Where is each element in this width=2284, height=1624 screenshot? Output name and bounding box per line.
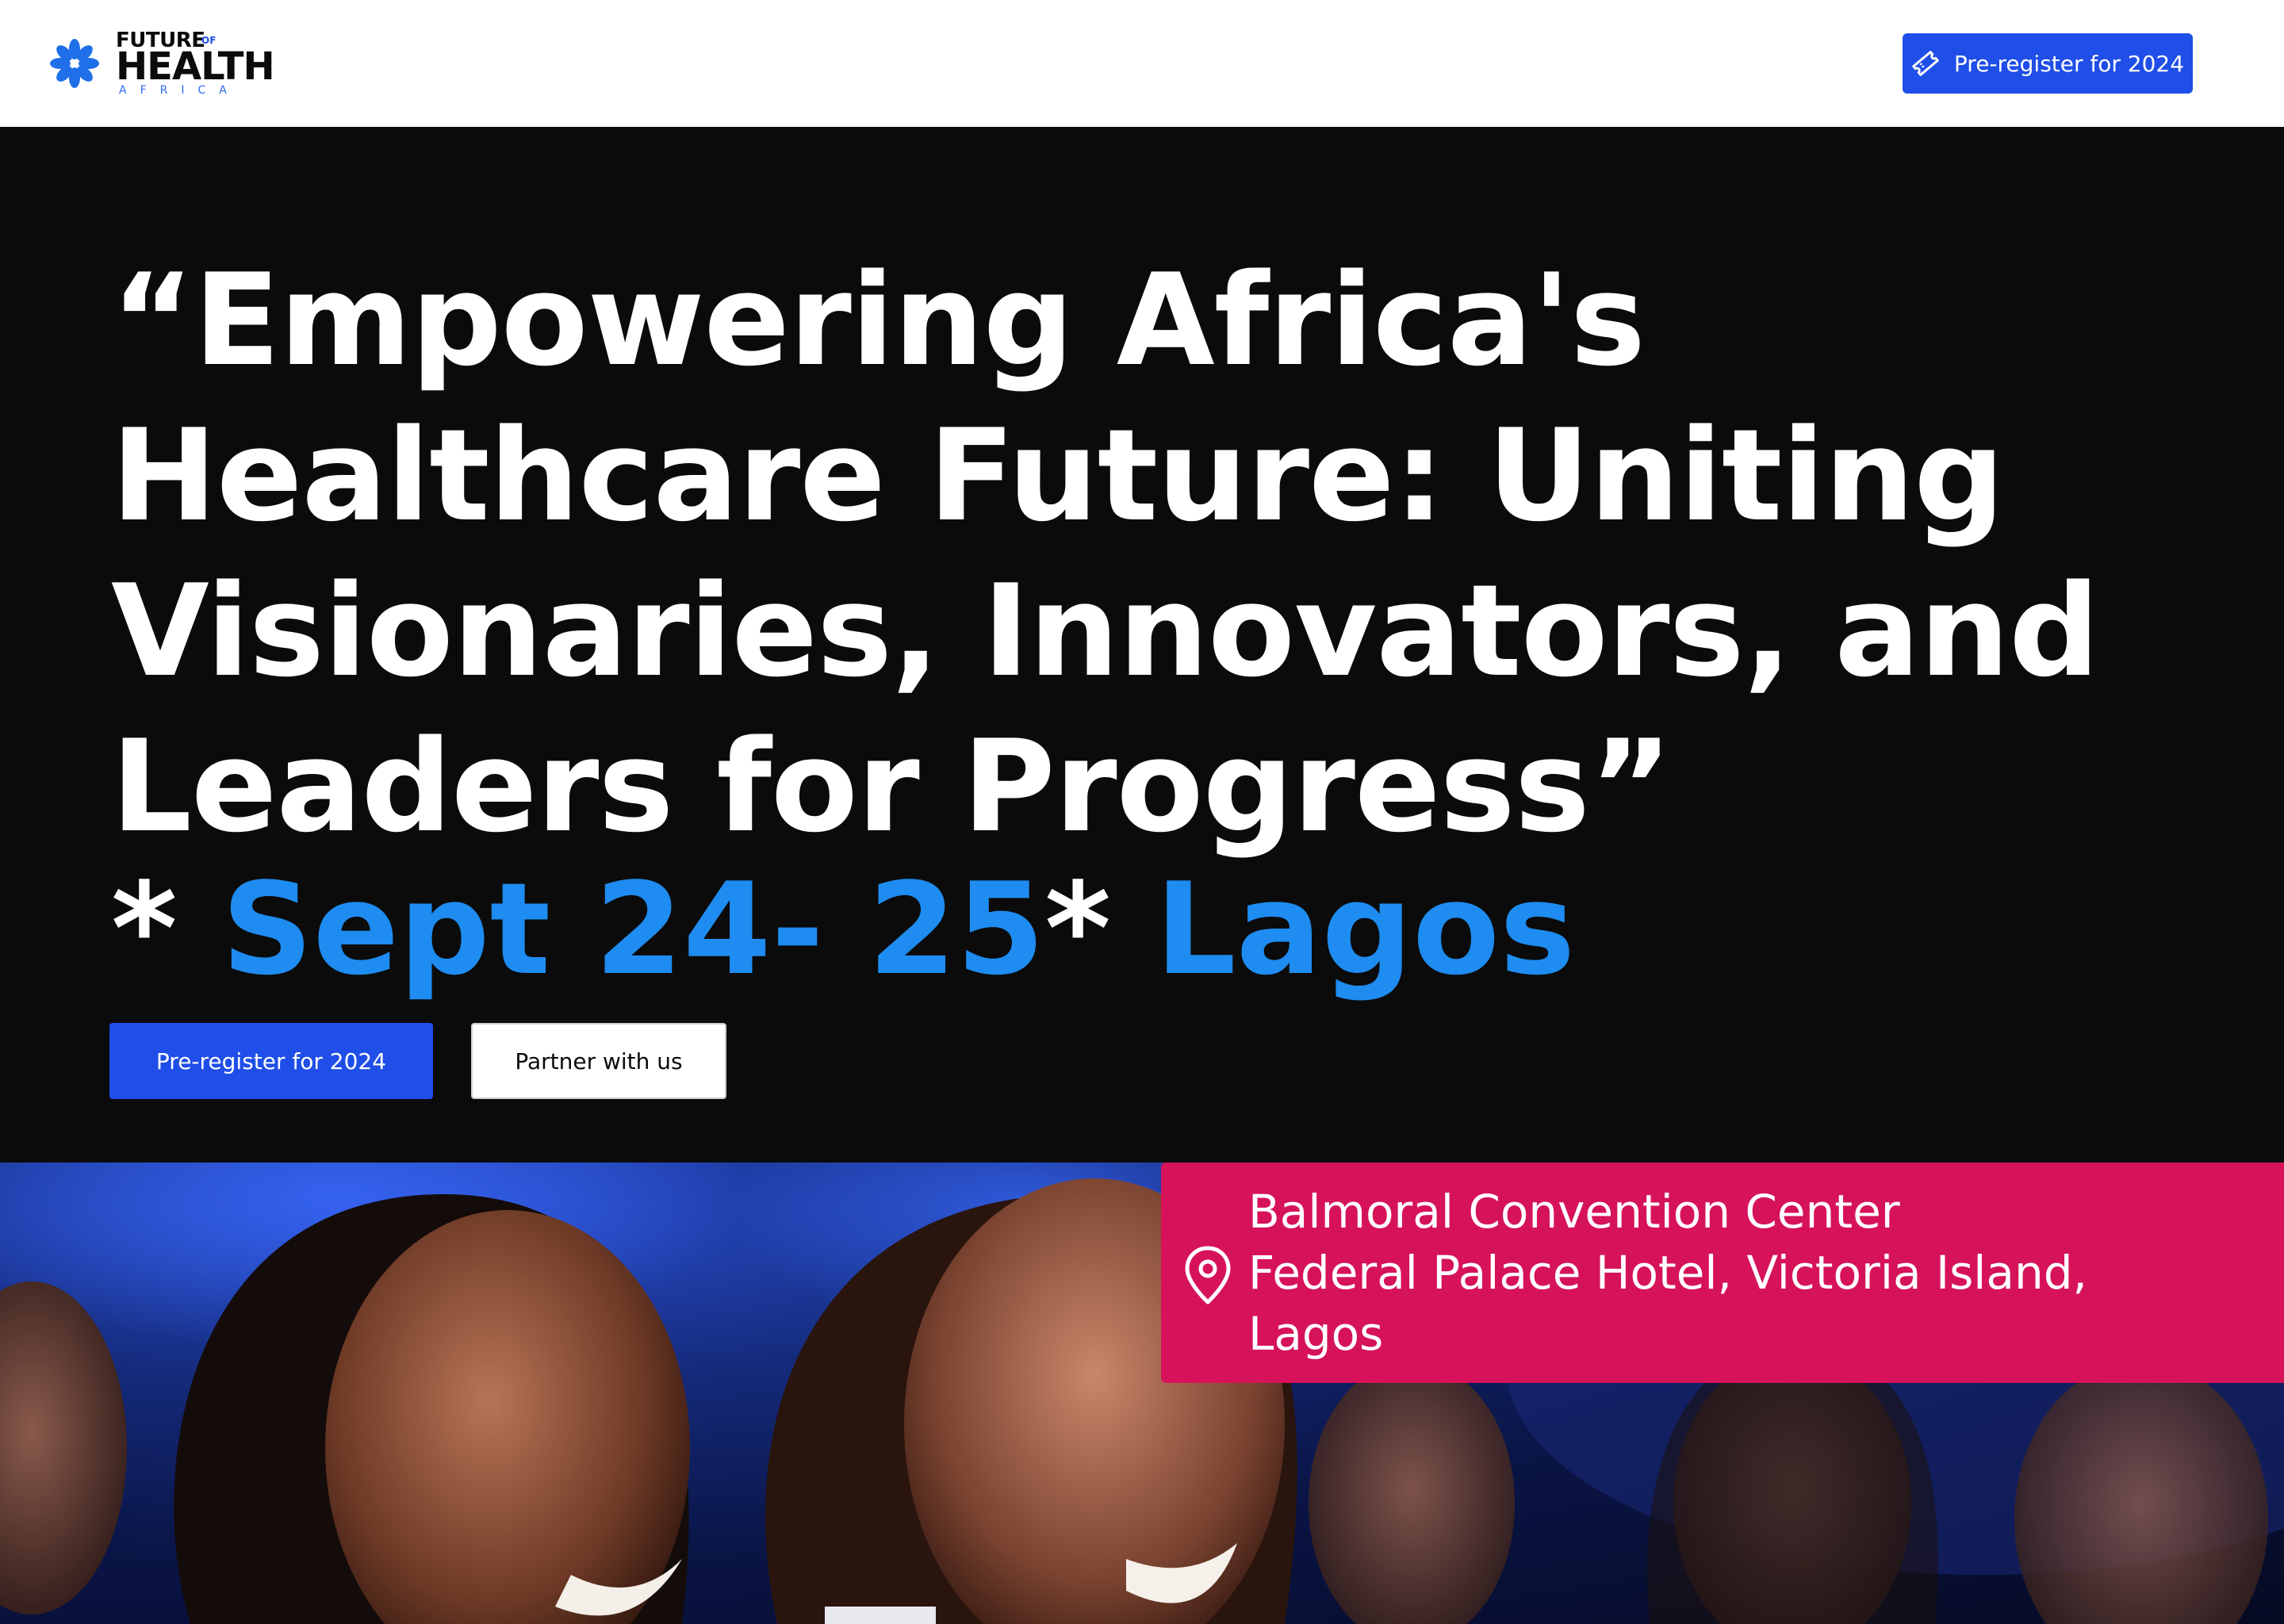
date-prefix: * <box>111 855 222 1003</box>
header-pre-register-label: Pre-register for 2024 <box>1953 50 2185 77</box>
venue-line-2: Federal Palace Hotel, Victoria Island, <box>1248 1246 2087 1300</box>
ticket-icon <box>1912 51 1939 76</box>
hero-headline: “Empowering Africa's Healthcare Future: … <box>111 246 2100 860</box>
logo-wordmark: FUTURE OF HEALTH AFRICA <box>116 29 290 98</box>
header-pre-register-button[interactable]: Pre-register for 2024 <box>1903 33 2193 94</box>
venue-line-3: Lagos <box>1248 1307 1384 1361</box>
site-header: FUTURE OF HEALTH AFRICA Pre-register for… <box>0 0 2284 127</box>
future-of-health-africa-logo[interactable]: FUTURE OF HEALTH AFRICA <box>49 29 290 98</box>
hero-section: “Empowering Africa's Healthcare Future: … <box>0 127 2284 1162</box>
event-city: Lagos <box>1155 855 1576 1003</box>
event-dates: Sept 24- 25 <box>221 855 1045 1003</box>
venue-line-1: Balmoral Convention Center <box>1248 1185 1900 1239</box>
partner-with-us-button[interactable]: Partner with us <box>471 1023 726 1099</box>
logo-africa-text: AFRICA <box>119 84 240 97</box>
pre-register-label: Pre-register for 2024 <box>155 1048 387 1074</box>
event-dateline: * Sept 24- 25* Lagos <box>111 850 1575 1009</box>
date-suffix: * <box>1044 855 1155 1003</box>
venue-card: Balmoral Convention Center Federal Palac… <box>1161 1162 2284 1383</box>
venue-address: Balmoral Convention Center Federal Palac… <box>1248 1182 2087 1365</box>
pre-register-button[interactable]: Pre-register for 2024 <box>109 1023 433 1099</box>
asterisk-logo-icon <box>50 39 99 88</box>
logo-health-text: HEALTH <box>116 44 275 89</box>
location-pin-icon <box>1185 1246 1231 1304</box>
partner-with-us-label: Partner with us <box>515 1048 683 1074</box>
